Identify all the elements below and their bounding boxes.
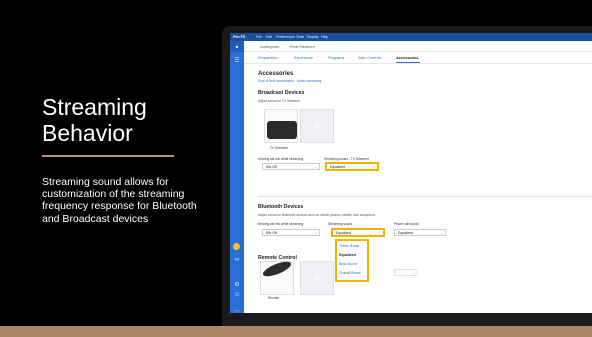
document-icon[interactable]: □ [233,309,241,313]
menu-help[interactable]: Help [321,35,328,39]
menu-icon[interactable]: ☰ [233,57,241,65]
help-links[interactable]: How to test accessories · Audio streamin… [258,79,321,83]
broadcast-stream-value: Equalized [330,165,345,169]
bottom-accent-bar [0,326,592,337]
left-nav-rail: ■ ☰ ∞ ⚙ ☺ □ [230,41,244,313]
dropdown-option-equalized[interactable]: Equalized [339,253,356,257]
chevron-up-icon: ⌃ [378,231,381,235]
top-toolbar: Audiogram Real Measure [244,41,592,52]
app-screen: Phn FS File Edit Preferences Tools Displ… [230,33,592,313]
tab-gain-controls[interactable]: Gain Controls [358,56,381,60]
section-divider [258,196,592,197]
home-icon[interactable]: ■ [230,41,244,52]
tab-accessories[interactable]: Accessories [396,56,418,60]
menu-tools[interactable]: Tools [296,35,304,39]
streaming-sound-dropdown: Treble Boost Equalized Bass Boost Overal… [336,240,368,281]
link-icon[interactable]: ∞ [233,256,241,264]
remote-select[interactable]: ⌄ [394,269,418,276]
phone-call-label: Phone call sound [394,222,419,226]
add-broadcast-device-button[interactable]: + [300,109,334,143]
menu-preferences[interactable]: Preferences [276,35,295,39]
broadcast-mic-label: Hearing aid mic while streaming [258,157,304,161]
tab-experience[interactable]: Experience [294,56,313,60]
bluetooth-stream-select[interactable]: Equalized ⌃ [332,229,384,236]
window-titlebar: Phn FS File Edit Preferences Tools Displ… [230,33,592,41]
audiogram-button[interactable]: Audiogram [260,44,279,49]
bluetooth-mic-label: Hearing aid mic while streaming [258,222,304,226]
menu-file[interactable]: File [256,35,262,39]
realmeasure-button[interactable]: Real Measure [290,44,315,49]
broadcast-stream-label: Streaming sound - TV Streamer [324,157,369,161]
chevron-down-icon: ⌄ [372,165,375,169]
title-underline [42,155,174,157]
tab-preparation[interactable]: Preparation [258,56,278,60]
broadcast-mic-value: Mic Off [266,165,277,169]
page-title: Accessories [258,71,294,77]
bluetooth-section-title: Bluetooth Devices [258,204,304,210]
bluetooth-mic-select[interactable]: Mic Off ⌄ [262,229,320,236]
accessories-panel: Accessories How to test accessories · Au… [244,64,592,313]
chevron-down-icon: ⌄ [412,271,415,275]
phone-call-select[interactable]: Equalized ⌄ [394,229,446,236]
fitting-tabs: Preparation Experience Programs Gain Con… [244,52,592,64]
phone-call-value: Equalized [398,231,413,235]
broadcast-stream-select[interactable]: Equalized ⌄ [326,163,378,170]
bluetooth-stream-value: Equalized [336,231,351,235]
broadcast-section-title: Broadcast Devices [258,90,305,96]
chevron-down-icon: ⌄ [314,165,317,169]
remote-label: Remote [268,296,280,300]
menu-edit[interactable]: Edit [266,35,272,39]
dropdown-option-bass[interactable]: Bass Boost [339,262,357,266]
settings-icon[interactable]: ⚙ [233,281,241,289]
chevron-down-icon: ⌄ [314,231,317,235]
app-name: Phn FS [233,35,246,39]
add-remote-button[interactable]: + [300,261,334,295]
slide-title: Streaming Behavior [42,94,147,146]
tv-streamer-image [267,121,297,139]
tab-programs[interactable]: Programs [328,56,344,60]
status-indicator-icon [233,243,240,250]
users-icon[interactable]: ☺ [233,291,241,299]
dropdown-option-treble[interactable]: Treble Boost [339,244,359,248]
chevron-down-icon: ⌄ [440,231,443,235]
active-tab-indicator [396,62,420,63]
bluetooth-stream-label: Streaming sound [328,222,353,226]
slide-body-text: Streaming sound allows for customization… [42,176,197,225]
broadcast-subtitle: Adjust sound for TV Streamer. [258,99,301,103]
menu-display[interactable]: Display [307,35,318,39]
bluetooth-mic-value: Mic Off [266,231,277,235]
tv-streamer-label: TV Streamer [270,146,289,150]
broadcast-mic-select[interactable]: Mic Off ⌄ [262,163,320,170]
dropdown-option-overall[interactable]: Overall Boost [339,271,361,275]
bluetooth-subtitle: Adjust sound for Bluetooth devices such … [258,213,376,217]
